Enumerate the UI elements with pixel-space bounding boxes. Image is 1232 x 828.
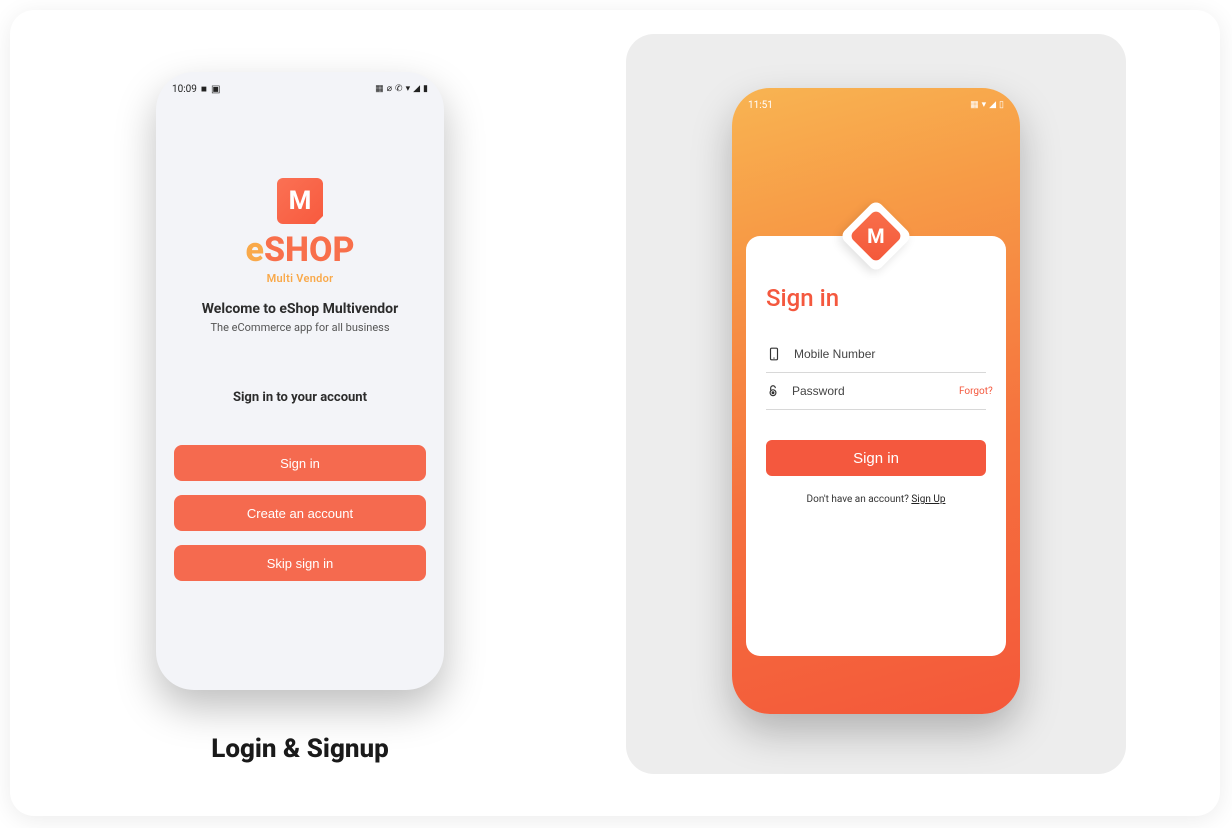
battery-icon: ▮ xyxy=(423,84,428,94)
phone-mockup-welcome: 10:09 ■ ▣ ▦ ⌀ ✆ ▾ ◢ ▮ M eSHOP Multi Vend… xyxy=(156,72,444,690)
signal-icon: ◢ xyxy=(989,100,996,110)
nfc-icon: ▦ xyxy=(375,84,384,94)
submit-sign-in-button[interactable]: Sign in xyxy=(766,440,986,476)
status-time: 11:51 xyxy=(748,100,773,111)
password-field-row: Forgot? xyxy=(766,373,986,410)
sign-up-link[interactable]: Sign Up xyxy=(911,494,945,505)
battery-icon: ▯ xyxy=(999,100,1004,110)
logo-mark-icon: M xyxy=(277,178,323,224)
signal-icon: ◢ xyxy=(413,84,420,94)
brand-logo: M eSHOP Multi Vendor xyxy=(156,178,444,285)
logo-shop: SHOP xyxy=(264,230,355,270)
mobile-field-row xyxy=(766,336,986,373)
signup-prompt: Don't have an account? Sign Up xyxy=(766,494,986,505)
status-time: 10:09 xyxy=(172,84,197,95)
status-bar: 10:09 ■ ▣ ▦ ⌀ ✆ ▾ ◢ ▮ xyxy=(156,72,444,100)
section-caption: Login & Signup xyxy=(156,734,444,764)
nfc-icon: ▦ xyxy=(970,100,979,110)
phone-icon: ✆ xyxy=(395,84,403,94)
wifi-icon: ▾ xyxy=(406,84,411,94)
welcome-subtitle: The eCommerce app for all business xyxy=(156,321,444,334)
skip-sign-in-button[interactable]: Skip sign in xyxy=(174,545,426,581)
wifi-icon: ▾ xyxy=(982,100,987,110)
status-bar: 11:51 ▦ ▾ ◢ ▯ xyxy=(732,88,1020,116)
create-account-button[interactable]: Create an account xyxy=(174,495,426,531)
signin-title: Sign in xyxy=(766,284,986,312)
logo-subtitle: Multi Vendor xyxy=(156,272,444,285)
logo-wordmark: eSHOP xyxy=(246,230,355,270)
logo-e: e xyxy=(246,230,264,270)
phone-mockup-signin: 11:51 ▦ ▾ ◢ ▯ Sign in xyxy=(732,88,1020,714)
lock-icon xyxy=(766,383,780,399)
right-backdrop: 11:51 ▦ ▾ ◢ ▯ Sign in xyxy=(626,34,1126,774)
showcase-card: 10:09 ■ ▣ ▦ ⌀ ✆ ▾ ◢ ▮ M eSHOP Multi Vend… xyxy=(10,10,1220,816)
cast-icon: ▣ xyxy=(211,84,220,95)
signin-prompt: Sign in to your account xyxy=(156,390,444,405)
sign-in-button[interactable]: Sign in xyxy=(174,445,426,481)
welcome-title: Welcome to eShop Multivendor xyxy=(156,301,444,317)
bluetooth-icon: ⌀ xyxy=(387,84,392,94)
mobile-number-input[interactable] xyxy=(794,347,986,361)
mobile-icon xyxy=(766,346,782,362)
auth-button-stack: Sign in Create an account Skip sign in xyxy=(156,445,444,581)
video-icon: ■ xyxy=(201,84,207,95)
password-input[interactable] xyxy=(792,384,947,398)
signup-prompt-text: Don't have an account? xyxy=(807,494,912,505)
forgot-password-link[interactable]: Forgot? xyxy=(959,386,993,397)
signin-card: Sign in Forgot? Sign in Don't h xyxy=(746,236,1006,656)
